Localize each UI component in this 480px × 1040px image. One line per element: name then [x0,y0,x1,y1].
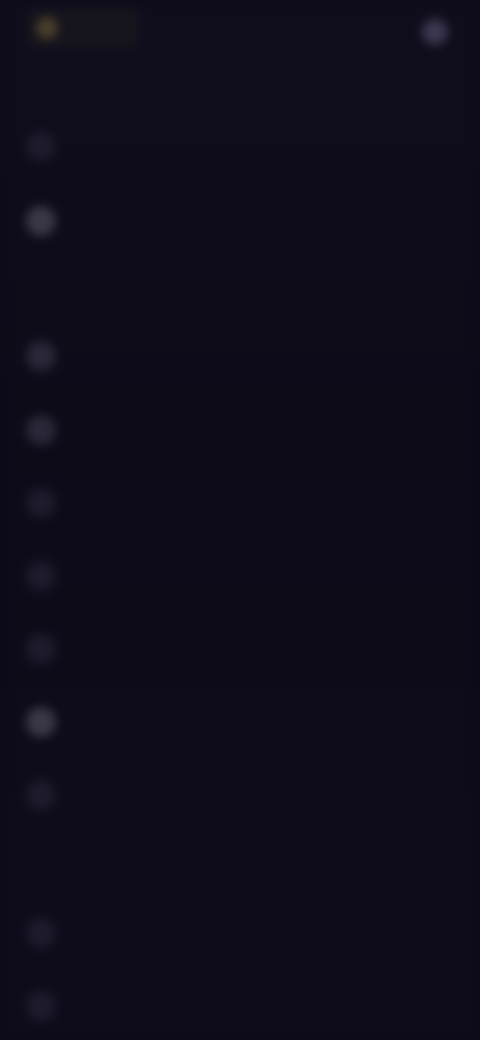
menu-item[interactable] [0,479,480,527]
menu-item[interactable] [0,698,480,746]
menu-item-icon [26,634,56,664]
menu-item-icon [26,918,56,948]
brand-logo[interactable] [28,8,140,48]
menu-item-icon [26,780,56,810]
profile-icon [422,19,448,45]
menu-item-icon [26,561,56,591]
menu-item-icon [26,488,56,518]
menu-item[interactable] [0,332,480,380]
menu-item-icon [26,415,56,445]
menu-item[interactable] [0,625,480,673]
top-right-action[interactable] [412,18,448,46]
menu-item-icon [26,707,56,737]
menu-item-icon [26,991,56,1021]
top-bar [0,0,480,60]
menu-item[interactable] [0,982,480,1030]
menu-item-icon [26,341,56,371]
brand-icon [36,17,58,39]
menu-item[interactable] [0,771,480,819]
menu-item[interactable] [0,406,480,454]
menu-item[interactable] [0,909,480,957]
blurred-menu-screen [0,0,480,1040]
menu-item[interactable] [0,122,480,170]
menu-item-icon [26,206,56,236]
menu-item[interactable] [0,197,480,245]
menu-item[interactable] [0,552,480,600]
menu-item-icon [26,131,56,161]
